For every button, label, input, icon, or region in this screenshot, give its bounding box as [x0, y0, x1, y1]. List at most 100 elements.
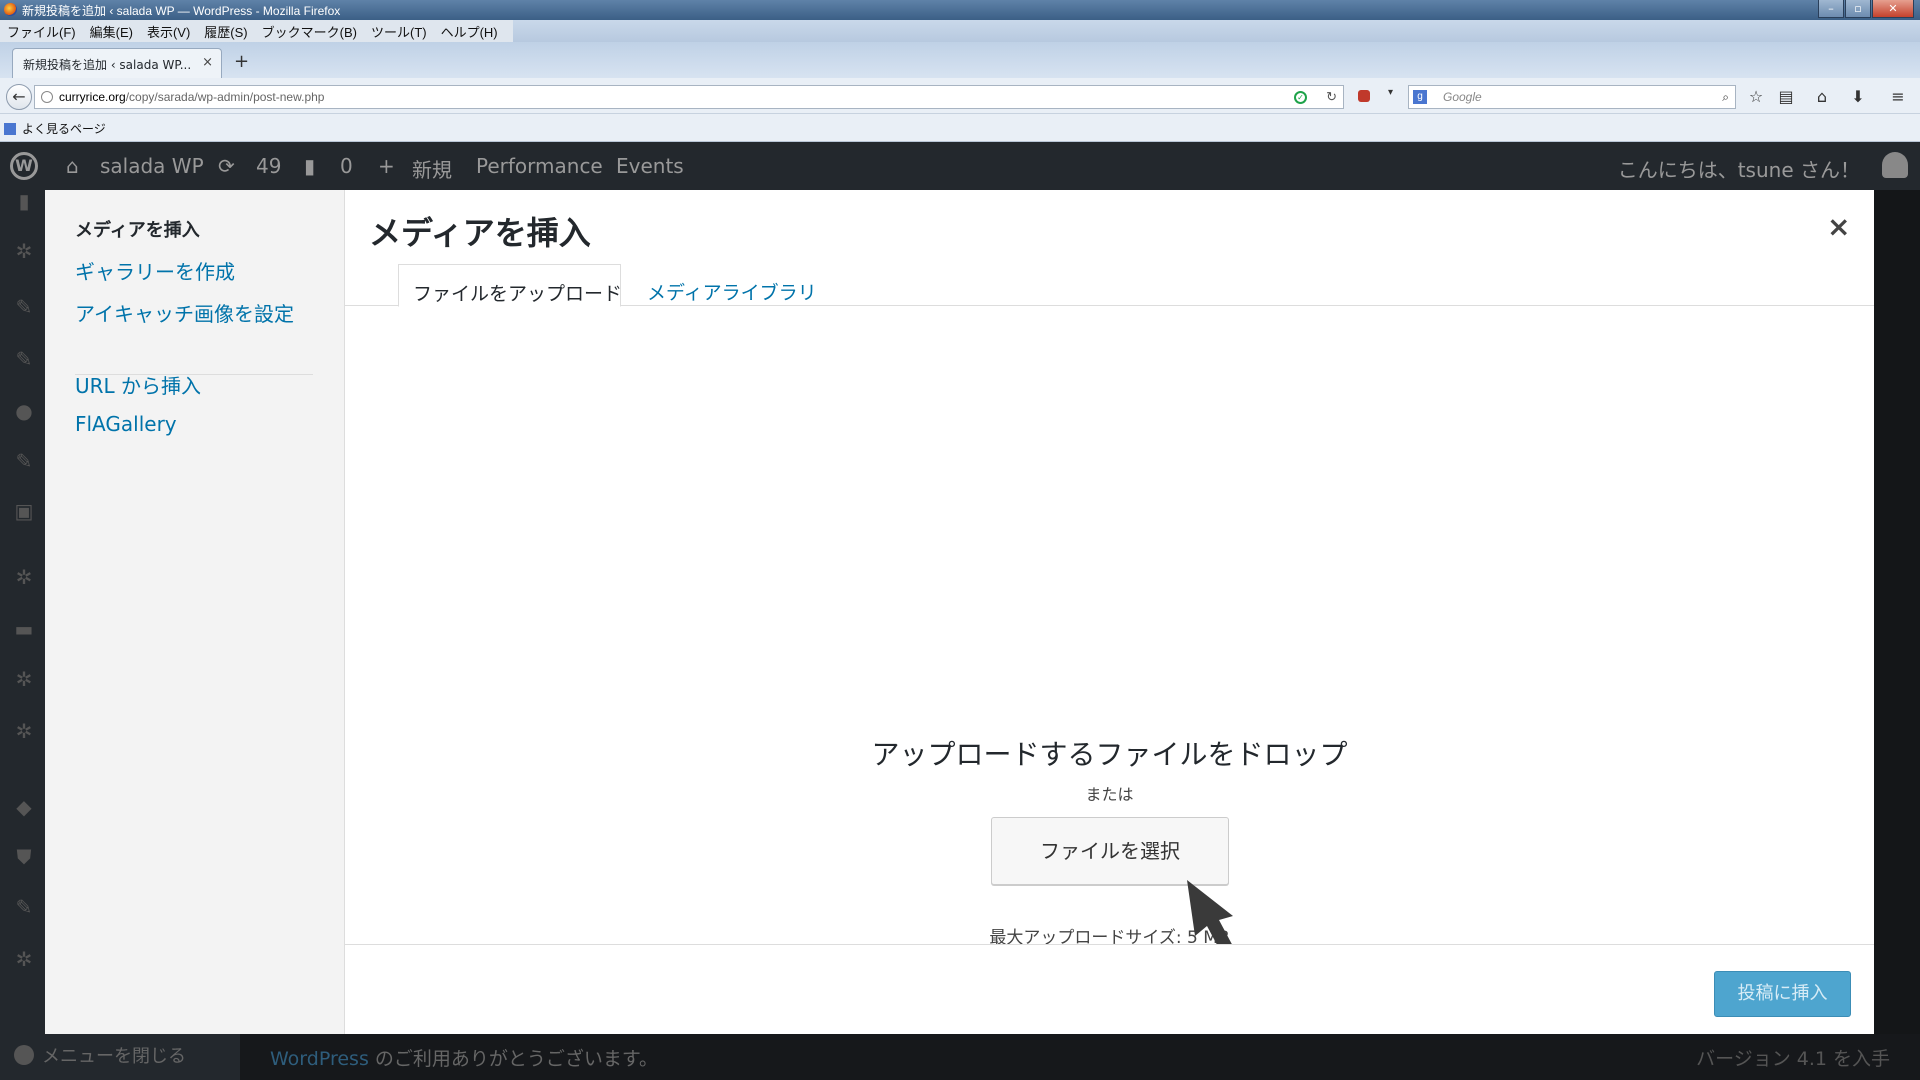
search-icon[interactable]: ⌕: [1722, 86, 1729, 108]
window-title: 新規投稿を追加 ‹ salada WP — WordPress - Mozill…: [22, 4, 341, 18]
url-host: curryrice.org: [59, 90, 126, 104]
site-name-link[interactable]: salada WP: [100, 154, 204, 178]
window-titlebar: 新規投稿を追加 ‹ salada WP — WordPress - Mozill…: [0, 0, 1920, 20]
or-label: または: [1085, 785, 1134, 804]
events-link[interactable]: Events: [616, 154, 684, 178]
reload-icon[interactable]: ↻: [1326, 86, 1337, 108]
gear-menu-icon[interactable]: ✲: [13, 948, 35, 970]
gear-menu-icon[interactable]: ✲: [13, 566, 35, 588]
select-files-button[interactable]: ファイルを選択: [991, 817, 1229, 885]
sidebar-item-flagallery[interactable]: FlAGallery: [75, 412, 177, 436]
collapse-menu-button[interactable]: メニューを閉じる: [14, 1042, 186, 1068]
stats-menu-icon[interactable]: ▣: [13, 500, 35, 522]
window-controls: – ▫ ✕: [1817, 0, 1914, 18]
navigation-bar: ← curryrice.org/copy/sarada/wp-admin/pos…: [0, 78, 1920, 114]
gallery-menu-icon[interactable]: ▬: [13, 618, 35, 640]
sidebar-item-insert-media[interactable]: メディアを挿入: [75, 216, 200, 242]
close-tab-icon[interactable]: ×: [202, 55, 213, 70]
comments-menu-icon[interactable]: ▮: [13, 190, 35, 212]
page-background: [1874, 190, 1920, 1034]
performance-link[interactable]: Performance: [476, 154, 603, 178]
url-path: /copy/sarada/wp-admin/post-new.php: [125, 90, 325, 104]
close-icon[interactable]: ×: [1827, 210, 1850, 243]
hamburger-menu-icon[interactable]: ≡: [1888, 87, 1908, 106]
appearance-menu-icon[interactable]: ✎: [13, 296, 35, 318]
search-placeholder: Google: [1443, 90, 1482, 104]
footer-thanks-text: のご利用ありがとうございます。: [368, 1048, 658, 1070]
menu-history[interactable]: 履歴(S): [197, 22, 254, 41]
browser-tab-title: 新規投稿を追加 ‹ salada WP...: [23, 58, 192, 72]
menu-help[interactable]: ヘルプ(H): [434, 22, 505, 41]
firefox-icon: [4, 3, 17, 16]
close-window-button[interactable]: ✕: [1872, 0, 1914, 18]
home-icon[interactable]: ⌂: [66, 154, 79, 178]
collapse-menu-label: メニューを閉じる: [42, 1046, 186, 1067]
search-bar[interactable]: g Google ⌕: [1408, 85, 1736, 109]
drop-instructions: アップロードするファイルをドロップ: [871, 738, 1348, 771]
dropdown-icon[interactable]: ▾: [1388, 87, 1393, 98]
media-modal: メディアを挿入 ギャラリーを作成 アイキャッチ画像を設定 URL から挿入 Fl…: [45, 190, 1874, 1034]
tools-menu-icon[interactable]: ✎: [13, 896, 35, 918]
media-toolbar: 投稿に挿入: [345, 944, 1874, 1034]
google-icon[interactable]: g: [1413, 90, 1427, 104]
bookmark-star-icon[interactable]: ☆: [1746, 87, 1766, 106]
footer-bar: WordPress のご利用ありがとうございます。 バージョン 4.1 を入手: [240, 1034, 1920, 1080]
cache-menu-icon[interactable]: ◆: [13, 796, 35, 818]
gear-menu-icon[interactable]: ✲: [13, 668, 35, 690]
updates-count[interactable]: 49: [256, 154, 281, 178]
reading-list-icon[interactable]: ▤: [1776, 87, 1796, 106]
new-content-link[interactable]: 新規: [412, 154, 452, 183]
sidebar-item-insert-from-url[interactable]: URL から挿入: [75, 370, 201, 399]
gear-menu-icon[interactable]: ✲: [13, 720, 35, 742]
users-menu-icon[interactable]: ●: [13, 400, 35, 422]
wp-admin-menu: ▮ ✲ ✎ ✎ ● ✎ ▣ ✲ ▬ ✲ ✲ ◆ ⛊ ✎ ✲: [0, 190, 45, 1080]
browser-tab[interactable]: 新規投稿を追加 ‹ salada WP... ×: [12, 48, 222, 78]
footer-thanks: WordPress のご利用ありがとうございます。: [270, 1044, 658, 1071]
wordpress-link[interactable]: WordPress: [270, 1048, 369, 1070]
bookmark-most-visited[interactable]: よく見るページ: [4, 120, 106, 137]
url-bar[interactable]: curryrice.org/copy/sarada/wp-admin/post-…: [34, 85, 1344, 109]
shield-menu-icon[interactable]: ⛊: [13, 846, 35, 868]
menu-view[interactable]: 表示(V): [140, 22, 197, 41]
maximize-button[interactable]: ▫: [1845, 0, 1871, 18]
menu-tools[interactable]: ツール(T): [364, 22, 434, 41]
sidebar-item-create-gallery[interactable]: ギャラリーを作成: [75, 256, 235, 285]
wp-admin-bar: W ⌂ salada WP ⟳ 49 ▮ 0 + 新規 Performance …: [0, 142, 1920, 190]
updates-icon[interactable]: ⟳: [218, 154, 235, 178]
tab-media-library[interactable]: メディアライブラリ: [633, 264, 831, 307]
menu-bar: ファイル(F) 編集(E) 表示(V) 履歴(S) ブックマーク(B) ツール(…: [0, 20, 1920, 42]
settings-menu-icon[interactable]: ✲: [13, 240, 35, 262]
plugins-menu-icon[interactable]: ✎: [13, 348, 35, 370]
home-icon[interactable]: ⌂: [1812, 87, 1832, 106]
globe-icon: [41, 91, 53, 103]
comments-icon[interactable]: ▮: [304, 154, 315, 178]
upload-drop-zone[interactable]: アップロードするファイルをドロップ または ファイルを選択 最大アップロードサイ…: [345, 307, 1874, 948]
collapse-icon: [14, 1045, 34, 1065]
wp-footer: メニューを閉じる WordPress のご利用ありがとうございます。 バージョン…: [0, 1034, 1920, 1080]
comments-count[interactable]: 0: [340, 154, 353, 178]
new-icon[interactable]: +: [378, 154, 395, 178]
version-link[interactable]: バージョン 4.1 を入手: [1696, 1044, 1890, 1071]
bookmark-label: よく見るページ: [22, 122, 106, 136]
download-icon[interactable]: ⬇: [1848, 87, 1868, 106]
tab-strip: 新規投稿を追加 ‹ salada WP... × +: [0, 42, 1920, 78]
menu-bookmarks[interactable]: ブックマーク(B): [255, 22, 364, 41]
sidebar-item-featured-image[interactable]: アイキャッチ画像を設定: [75, 298, 294, 327]
user-greeting[interactable]: こんにちは、tsune さん！: [1618, 154, 1860, 183]
tools-menu-icon[interactable]: ✎: [13, 450, 35, 472]
back-button[interactable]: ←: [6, 84, 32, 110]
minimize-button[interactable]: –: [1818, 0, 1844, 18]
wordpress-logo-icon[interactable]: W: [10, 152, 38, 180]
avatar[interactable]: [1882, 152, 1908, 178]
media-modal-sidebar: メディアを挿入 ギャラリーを作成 アイキャッチ画像を設定 URL から挿入 Fl…: [45, 190, 345, 1034]
menu-file[interactable]: ファイル(F): [0, 22, 83, 41]
bookmarks-bar: よく見るページ: [0, 114, 1920, 142]
menu-edit[interactable]: 編集(E): [83, 22, 140, 41]
tab-upload-files[interactable]: ファイルをアップロード: [398, 264, 622, 307]
modal-title: メディアを挿入: [369, 214, 591, 252]
new-tab-button[interactable]: +: [234, 51, 249, 72]
bookmark-icon: [4, 123, 16, 135]
insert-into-post-button[interactable]: 投稿に挿入: [1714, 971, 1851, 1017]
check-icon: ✓: [1294, 91, 1307, 104]
addon-icon[interactable]: [1358, 90, 1370, 102]
